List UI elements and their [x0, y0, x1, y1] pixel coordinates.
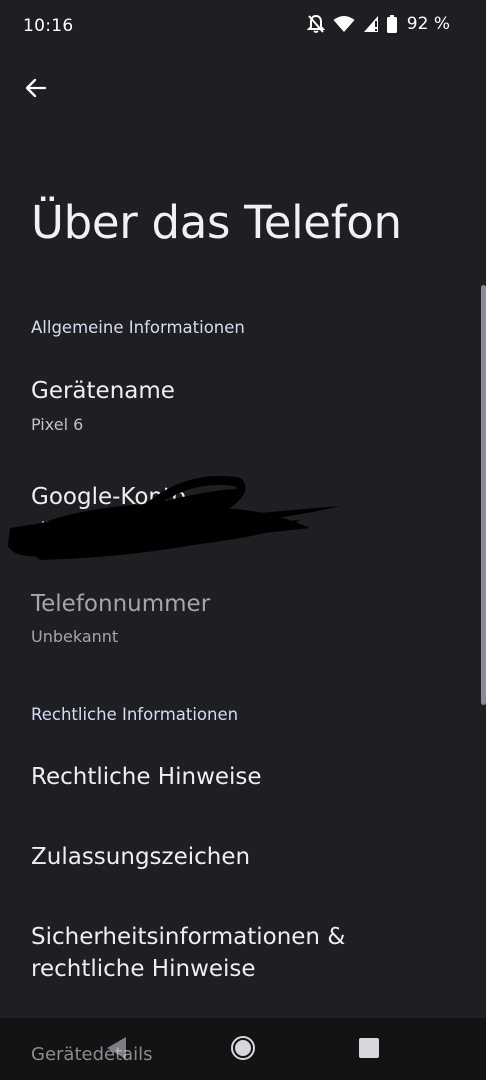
pref-title-line2: rechtliche Hinweise — [31, 956, 256, 982]
pref-device-name[interactable]: Gerätename Pixel 6 — [0, 360, 470, 450]
pref-phone-number: Telefonnummer Unbekannt — [0, 572, 470, 662]
nav-back-icon — [104, 1035, 128, 1065]
pref-title: Rechtliche Hinweise — [31, 764, 262, 790]
nav-back-button[interactable] — [100, 1034, 132, 1066]
status-bar: 10:16 92 % — [0, 0, 486, 52]
pref-title: Sicherheitsinformationen & — [31, 924, 346, 950]
pref-legal-notices[interactable]: Rechtliche Hinweise — [0, 746, 470, 816]
nav-home-icon — [230, 1035, 256, 1065]
pref-title: Telefonnummer — [31, 591, 211, 617]
pref-safety-legal[interactable]: Sicherheitsinformationen & rechtliche Hi… — [0, 906, 470, 1006]
status-icons: 92 % — [306, 14, 450, 34]
pref-title: Gerätename — [31, 378, 175, 404]
pref-summary: Pixel 6 — [31, 415, 84, 434]
back-button[interactable] — [18, 72, 54, 108]
section-header-legal: Rechtliche Informationen — [31, 705, 239, 724]
section-header-general: Allgemeine Informationen — [31, 318, 245, 337]
pref-title: Zulassungszeichen — [31, 844, 251, 870]
nav-home-button[interactable] — [227, 1034, 259, 1066]
battery-percent: 92 % — [406, 14, 450, 34]
pref-summary: Unbekannt — [31, 627, 119, 646]
scrollbar[interactable] — [481, 285, 486, 705]
nav-recents-button[interactable] — [353, 1034, 385, 1066]
notifications-off-icon — [306, 14, 325, 34]
battery-icon — [386, 15, 397, 33]
about-phone-screen: 10:16 92 % Über das Telefon Allgemeine I… — [0, 0, 486, 1080]
pref-title: Google-Konto — [31, 484, 187, 510]
pref-summary: ail — [31, 518, 50, 537]
status-time: 10:16 — [23, 16, 74, 36]
nav-recents-icon — [358, 1037, 380, 1063]
section-header-device-details: Gerätedetails — [31, 1044, 153, 1065]
pref-regulatory-labels[interactable]: Zulassungszeichen — [0, 826, 470, 896]
signal-icon — [363, 15, 379, 33]
page-title: Über das Telefon — [31, 196, 402, 249]
pref-google-account[interactable]: Google-Konto ail — [0, 466, 470, 566]
arrow-back-icon — [24, 76, 48, 104]
wifi-icon — [333, 15, 355, 33]
